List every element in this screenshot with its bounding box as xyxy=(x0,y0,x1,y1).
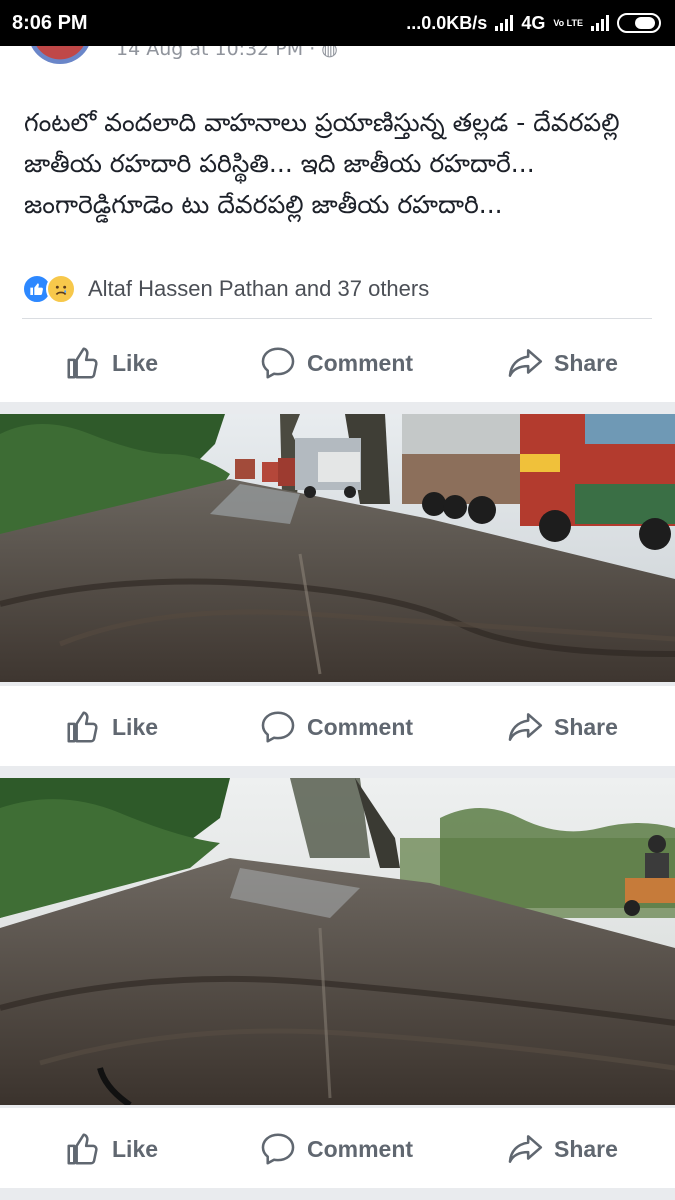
like-label: Like xyxy=(112,1135,159,1162)
comment-icon xyxy=(261,347,295,379)
reactions-summary[interactable]: Altaf Hassen Pathan and 37 others xyxy=(22,274,429,304)
share-label: Share xyxy=(554,349,618,376)
like-button[interactable]: Like xyxy=(64,708,158,746)
share-button[interactable]: Share xyxy=(506,708,618,746)
signal-icon xyxy=(495,15,514,31)
share-label: Share xyxy=(554,1135,618,1162)
like-label: Like xyxy=(112,349,159,376)
network-speed: ...0.0KB/s xyxy=(406,12,488,33)
share-icon xyxy=(508,1135,543,1163)
comment-icon xyxy=(261,711,295,743)
status-bar: 8:06 PM ...0.0KB/s 4G Vo LTE xyxy=(0,0,675,46)
volte-icon: Vo LTE xyxy=(553,17,583,28)
share-button[interactable]: Share xyxy=(506,1130,618,1168)
post-photo[interactable] xyxy=(0,414,675,682)
comment-button[interactable]: Comment xyxy=(259,1130,413,1168)
photo-action-bar: Like Comment Share xyxy=(0,686,675,766)
comment-label: Comment xyxy=(307,349,414,376)
comment-icon xyxy=(261,1133,295,1165)
share-icon xyxy=(508,713,543,741)
thumbs-up-icon xyxy=(67,1133,98,1165)
share-button[interactable]: Share xyxy=(506,344,618,382)
post-action-bar: Like Comment Share xyxy=(0,322,675,402)
status-indicators: ...0.0KB/s 4G Vo LTE xyxy=(406,13,661,34)
share-label: Share xyxy=(554,713,618,740)
share-icon xyxy=(508,349,543,377)
comment-label: Comment xyxy=(307,1135,414,1162)
network-type: 4G xyxy=(521,12,546,33)
like-label: Like xyxy=(112,713,159,740)
comment-label: Comment xyxy=(307,713,414,740)
battery-icon xyxy=(617,13,661,33)
divider xyxy=(22,318,652,319)
sad-reaction-icon xyxy=(46,274,76,304)
signal-icon xyxy=(591,15,609,31)
road-photo-image xyxy=(0,414,675,682)
thumbs-up-icon xyxy=(67,711,98,743)
post-text: గంటలో వందలాది వాహనాలు ప్రయాణిస్తున్న తల్… xyxy=(24,108,620,219)
like-button[interactable]: Like xyxy=(64,344,158,382)
post-photo[interactable] xyxy=(0,778,675,1105)
thumbs-up-icon xyxy=(67,347,98,379)
comment-button[interactable]: Comment xyxy=(259,708,413,746)
photo-action-bar: Like Comment Share xyxy=(0,1108,675,1188)
like-button[interactable]: Like xyxy=(64,1130,158,1168)
reaction-names: Altaf Hassen Pathan and 37 others xyxy=(88,276,430,301)
comment-button[interactable]: Comment xyxy=(259,344,413,382)
status-time: 8:06 PM xyxy=(12,11,88,34)
road-photo-image xyxy=(0,778,675,1105)
